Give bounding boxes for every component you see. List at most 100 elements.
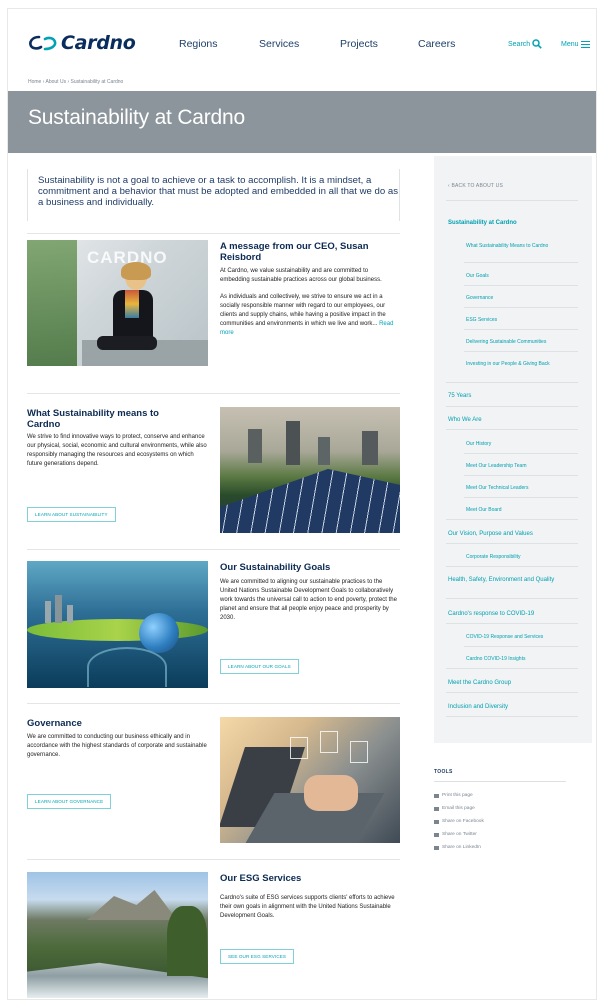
- divider: [27, 549, 400, 550]
- sidebar-item-governance[interactable]: Governance: [466, 295, 576, 302]
- sidebar-item-inclusion-diversity[interactable]: Inclusion and Diversity: [448, 703, 578, 711]
- goals-text: We are committed to aligning our sustain…: [220, 579, 397, 621]
- sidebar-item-vision-purpose[interactable]: Our Vision, Purpose and Values: [448, 530, 580, 538]
- sidebar-divider: [464, 646, 578, 647]
- search-icon: [532, 39, 542, 49]
- share-linkedin-link[interactable]: Share on LinkedIn: [434, 845, 481, 850]
- sidebar-divider: [446, 382, 578, 383]
- nav-careers[interactable]: Careers: [418, 38, 455, 50]
- sidebar-item-covid-services[interactable]: COVID-19 Response and Services: [466, 634, 578, 641]
- sidebar-divider: [464, 285, 578, 286]
- cardno-logo[interactable]: Cardno: [28, 32, 136, 54]
- twitter-icon: [434, 832, 439, 837]
- sidebar-item-covid-insights[interactable]: Cardno COVID-19 Insights: [466, 656, 576, 663]
- solar-city-photo: [220, 407, 400, 533]
- page: Cardno Regions Services Projects Careers…: [7, 8, 597, 1000]
- sidebar-item-who-we-are[interactable]: Who We Are: [448, 416, 578, 424]
- esg-text: Cardno's suite of ESG services supports …: [220, 895, 395, 919]
- sustainability-means-title: What Sustainability means to Cardno: [27, 408, 159, 430]
- sidebar-divider: [464, 307, 578, 308]
- email-icon: [434, 806, 439, 811]
- esg-title: Our ESG Services: [220, 873, 302, 884]
- sidebar-divider: [464, 262, 578, 263]
- logo-text: Cardno: [61, 32, 136, 54]
- sidebar-divider: [464, 453, 578, 454]
- learn-sustainability-button[interactable]: LEARN ABOUT SUSTAINABILITY: [27, 507, 116, 522]
- nav-services[interactable]: Services: [259, 38, 299, 50]
- governance-title: Governance: [27, 718, 82, 729]
- email-page-label: Email this page: [442, 806, 475, 811]
- print-page-label: Print this page: [442, 793, 473, 798]
- linkedin-icon: [434, 845, 439, 850]
- ceo-photo: CARDNO: [27, 240, 208, 366]
- email-page-link[interactable]: Email this page: [434, 806, 475, 811]
- divider: [27, 859, 400, 860]
- sidebar-divider: [446, 598, 578, 599]
- goals-globe-image: [27, 561, 208, 688]
- sidebar-item-hseq[interactable]: Health, Safety, Environment and Quality: [448, 576, 576, 584]
- breadcrumb[interactable]: Home › About Us › Sustainability at Card…: [28, 79, 123, 85]
- sidebar-item-covid-response[interactable]: Cardno's response to COVID-19: [448, 610, 578, 618]
- sidebar-divider: [446, 566, 578, 567]
- sidebar-divider: [446, 623, 578, 624]
- print-page-link[interactable]: Print this page: [434, 793, 473, 798]
- page-title: Sustainability at Cardno: [28, 106, 245, 129]
- search-button[interactable]: Search: [508, 39, 542, 49]
- divider: [27, 233, 400, 234]
- share-twitter-label: Share on Twitter: [442, 832, 477, 837]
- sidebar-divider: [464, 475, 578, 476]
- divider: [27, 393, 400, 394]
- share-twitter-link[interactable]: Share on Twitter: [434, 832, 477, 837]
- sidebar-divider: [446, 716, 578, 717]
- share-linkedin-label: Share on LinkedIn: [442, 845, 481, 850]
- print-icon: [434, 793, 439, 798]
- ceo-message-title: A message from our CEO, Susan Reisbord: [220, 241, 369, 263]
- search-label: Search: [508, 40, 531, 48]
- sidebar-item-technical-leaders[interactable]: Meet Our Technical Leaders: [466, 485, 576, 492]
- menu-label: Menu: [561, 40, 579, 48]
- sidebar-item-delivering-communities[interactable]: Delivering Sustainable Communities: [466, 339, 580, 346]
- facebook-icon: [434, 819, 439, 824]
- sidebar-divider: [446, 519, 578, 520]
- intro-quote: Sustainability is not a goal to achieve …: [27, 169, 400, 221]
- hamburger-icon: [580, 39, 590, 50]
- sidebar-divider: [464, 329, 578, 330]
- ceo-message-text-2-body: As individuals and collectively, we stri…: [220, 294, 386, 327]
- learn-goals-button[interactable]: LEARN ABOUT OUR GOALS: [220, 659, 299, 674]
- sidebar-divider: [446, 429, 578, 430]
- see-esg-services-button[interactable]: SEE OUR ESG SERVICES: [220, 949, 295, 964]
- goals-title: Our Sustainability Goals: [220, 562, 331, 573]
- sidebar-item-our-history[interactable]: Our History: [466, 441, 576, 448]
- nav-regions[interactable]: Regions: [179, 38, 218, 50]
- governance-laptop-photo: [220, 717, 400, 843]
- ceo-message-text-2: As individuals and collectively, we stri…: [220, 293, 398, 338]
- sidebar-divider: [464, 497, 578, 498]
- nav-projects[interactable]: Projects: [340, 38, 378, 50]
- sidebar-item-sustainability[interactable]: Sustainability at Cardno: [448, 219, 578, 227]
- cardno-logo-icon: [29, 35, 57, 51]
- sidebar-item-leadership-team[interactable]: Meet Our Leadership Team: [466, 463, 576, 470]
- hero-banner: Sustainability at Cardno: [8, 91, 596, 153]
- divider: [27, 703, 400, 704]
- section-sidebar: ‹ BACK TO ABOUT US Sustainability at Car…: [434, 156, 592, 743]
- sidebar-item-what-sustainability-means[interactable]: What Sustainability Means to Cardno: [466, 243, 576, 250]
- share-facebook-label: Share on Facebook: [442, 819, 484, 824]
- sidebar-item-cardno-group[interactable]: Meet the Cardno Group: [448, 679, 578, 687]
- sidebar-divider: [446, 668, 578, 669]
- sidebar-divider: [464, 351, 578, 352]
- back-to-about-us-link[interactable]: ‹ BACK TO ABOUT US: [448, 183, 503, 189]
- sustainability-means-text: We strive to find innovative ways to pro…: [27, 434, 207, 467]
- sidebar-item-corporate-responsibility[interactable]: Corporate Responsibility: [466, 554, 576, 561]
- site-header: Cardno Regions Services Projects Careers…: [8, 9, 596, 75]
- sidebar-item-our-board[interactable]: Meet Our Board: [466, 507, 576, 514]
- tools-heading: TOOLS: [434, 769, 453, 775]
- ceo-message-text-1: At Cardno, we value sustainability and a…: [220, 268, 382, 283]
- sidebar-item-75-years[interactable]: 75 Years: [448, 392, 578, 400]
- share-facebook-link[interactable]: Share on Facebook: [434, 819, 484, 824]
- sidebar-item-investing-people[interactable]: Investing in our People & Giving Back: [466, 361, 576, 368]
- esg-landscape-photo: [27, 872, 208, 998]
- sidebar-item-our-goals[interactable]: Our Goals: [466, 273, 576, 280]
- learn-governance-button[interactable]: LEARN ABOUT GOVERNANCE: [27, 794, 112, 809]
- sidebar-item-esg-services[interactable]: ESG Services: [466, 317, 576, 324]
- menu-button[interactable]: Menu: [561, 39, 590, 50]
